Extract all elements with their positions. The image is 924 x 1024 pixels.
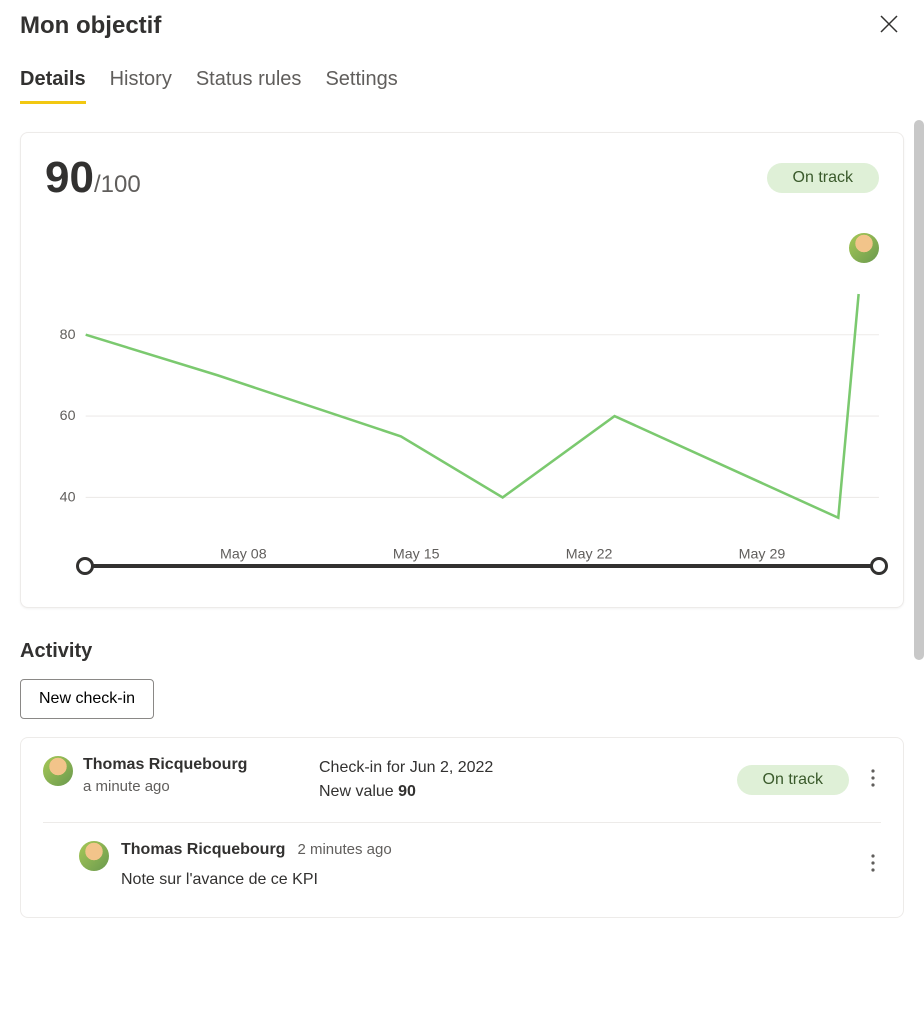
activity-card: Thomas Ricquebourg a minute ago Check-in… [20,737,904,918]
metric-chart-card: 90 /100 On track 80 60 40 May 08 May 15 [20,132,904,608]
activity-time: a minute ago [83,778,247,795]
comment-more-button[interactable] [865,850,881,880]
more-vertical-icon [871,854,875,872]
divider [43,822,881,823]
tabs: Details History Status rules Settings [20,68,904,104]
activity-entry: Thomas Ricquebourg a minute ago Check-in… [43,756,881,804]
tab-history[interactable]: History [110,68,172,104]
chart-svg: 80 60 40 May 08 May 15 May 22 May 29 [45,233,879,579]
range-handle-right[interactable] [870,557,888,575]
activity-user-name: Thomas Ricquebourg [83,756,247,774]
y-tick-40: 40 [60,490,76,506]
comment-entry: Thomas Ricquebourg 2 minutes ago Note su… [79,841,881,889]
comment-user-name: Thomas Ricquebourg [121,841,285,859]
y-tick-80: 80 [60,327,76,343]
avatar [79,841,109,871]
close-button[interactable] [874,8,904,44]
status-badge: On track [767,163,879,193]
metric-value: 90 [45,153,94,203]
range-track [85,564,879,568]
chart-range-slider[interactable] [85,559,879,573]
comment-time: 2 minutes ago [297,841,391,858]
more-vertical-icon [871,769,875,787]
chart-area: 80 60 40 May 08 May 15 May 22 May 29 [45,233,879,573]
avatar [43,756,73,786]
range-handle-left[interactable] [76,557,94,575]
activity-detail: Check-in for Jun 2, 2022 New value 90 [319,756,721,804]
activity-more-button[interactable] [865,765,881,795]
activity-detail-line1: Check-in for Jun 2, 2022 [319,756,721,780]
activity-heading: Activity [20,640,904,663]
y-tick-60: 60 [60,408,76,424]
metric-target: /100 [94,171,141,199]
tab-status-rules[interactable]: Status rules [196,68,302,104]
comment-text: Note sur l'avance de ce KPI [121,871,853,889]
scrollbar[interactable] [914,120,924,660]
new-checkin-button[interactable]: New check-in [20,679,154,719]
activity-new-value: 90 [398,783,416,800]
page-title: Mon objectif [20,12,161,40]
chart-series-line [86,294,859,518]
activity-status-badge: On track [737,765,849,795]
tab-details[interactable]: Details [20,68,86,104]
activity-new-value-label: New value [319,783,398,800]
close-icon [880,15,898,33]
metric: 90 /100 [45,153,141,203]
tab-settings[interactable]: Settings [325,68,397,104]
